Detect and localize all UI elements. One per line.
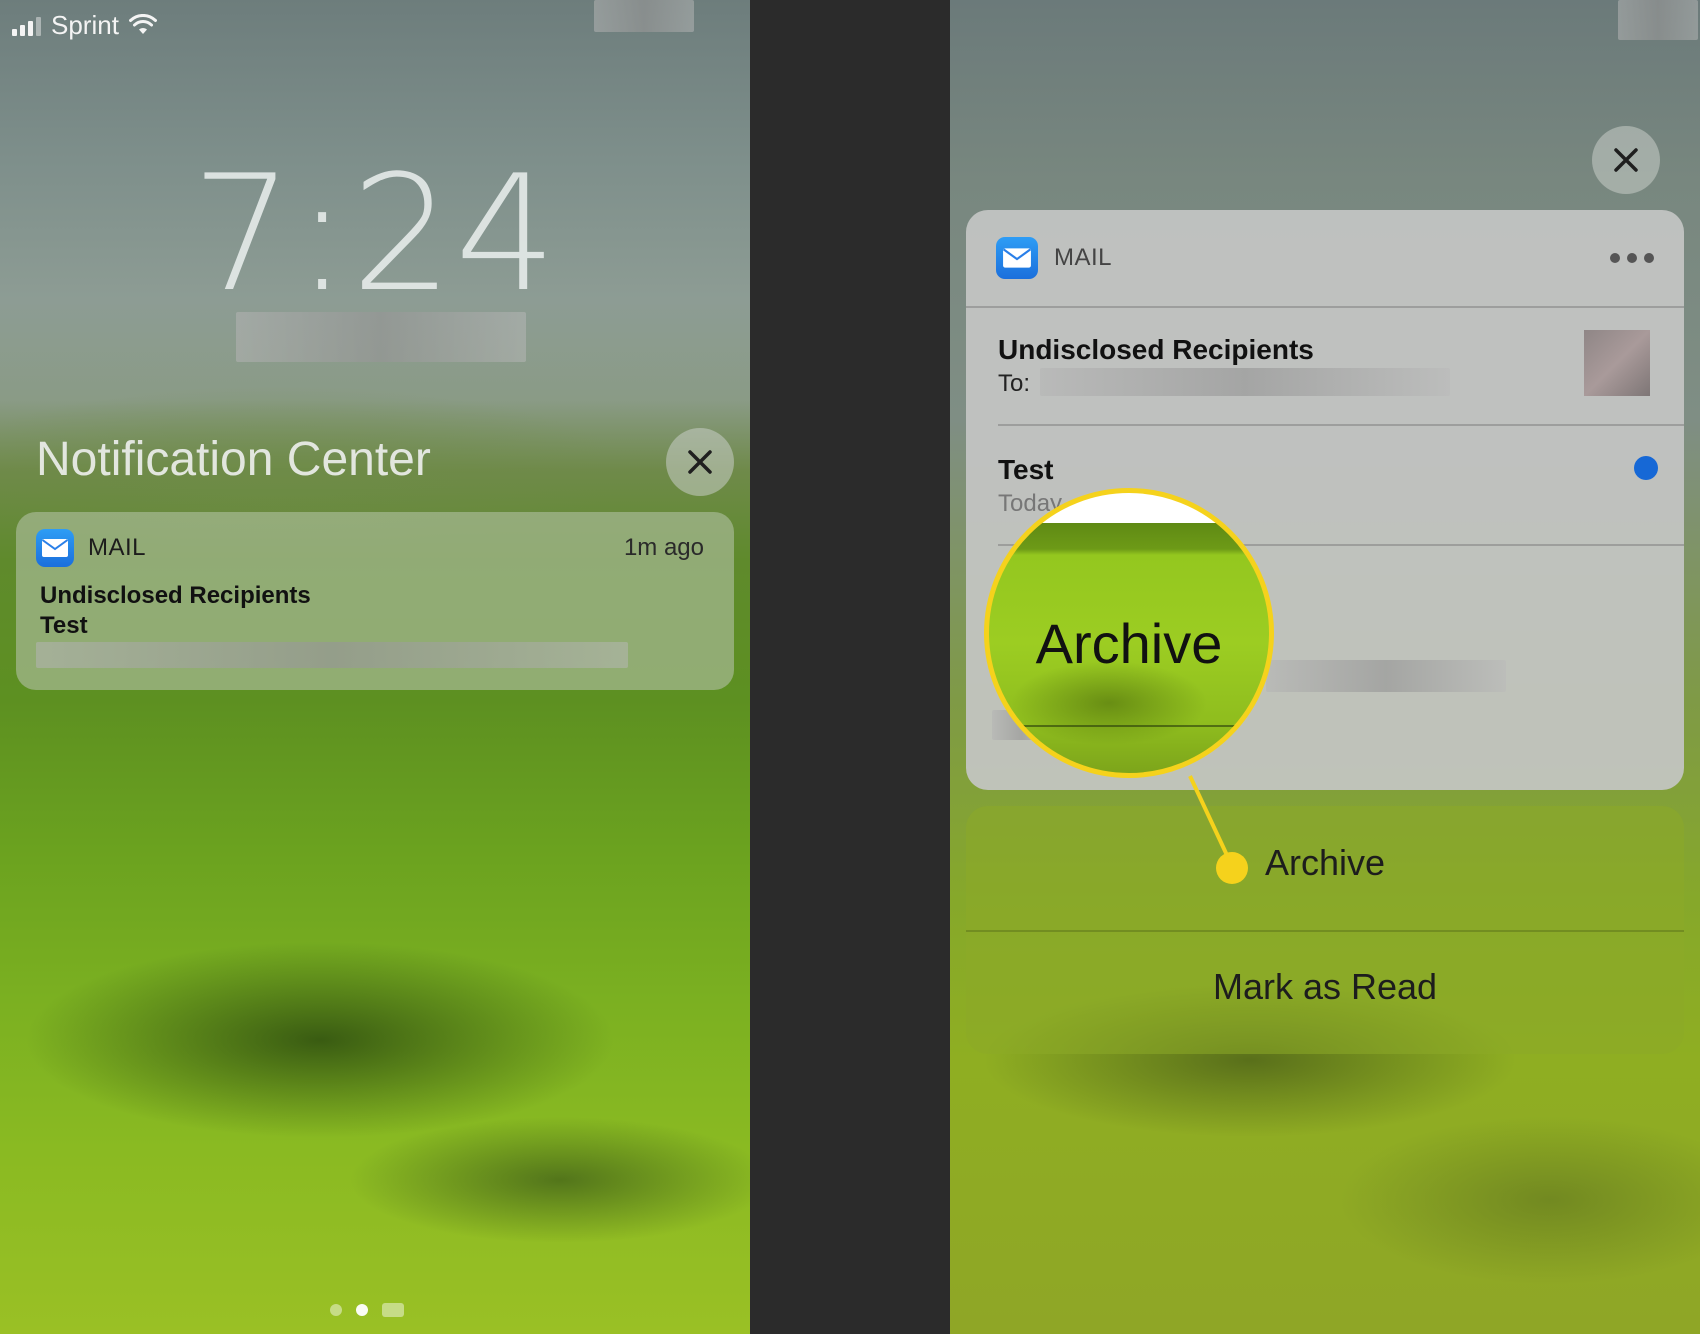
wifi-icon	[128, 14, 157, 36]
magnified-archive-label: Archive	[1035, 612, 1223, 675]
camera-page-icon	[382, 1303, 404, 1317]
expanded-notification-panel: MAIL Undisclosed Recipients To: Test Tod…	[950, 0, 1700, 1334]
page-dot	[330, 1304, 342, 1316]
close-icon	[688, 450, 712, 474]
notification-sender: Undisclosed Recipients	[40, 582, 311, 609]
notification-subject: Test	[40, 612, 88, 639]
notification-center-title: Notification Center	[36, 433, 431, 486]
envelope-icon	[41, 539, 69, 557]
magnified-divider	[989, 725, 1269, 727]
archive-magnifier: Archive	[984, 488, 1274, 778]
redacted-status-info	[594, 0, 694, 32]
lock-screen-panel: Sprint 7:24 Notification Center MAIL 1m …	[0, 0, 750, 1334]
page-indicator	[330, 1303, 404, 1317]
notification-time: 1m ago	[623, 534, 704, 561]
signal-icon	[12, 14, 41, 36]
page-dot-active	[356, 1304, 368, 1316]
notification-header: MAIL 1m ago	[36, 528, 704, 568]
redacted-preview	[36, 642, 628, 668]
lock-clock: 7:24	[191, 140, 559, 327]
clear-notifications-button[interactable]	[666, 428, 734, 496]
panel-divider	[750, 0, 950, 1334]
callout-dot	[1216, 852, 1248, 884]
carrier-label: Sprint	[51, 9, 119, 40]
status-bar: Sprint	[12, 8, 157, 42]
redacted-date	[236, 312, 526, 362]
mail-app-icon	[36, 529, 74, 567]
mail-notification-card[interactable]: MAIL 1m ago Undisclosed Recipients Test	[16, 512, 734, 690]
notification-app-name: MAIL	[88, 534, 147, 561]
